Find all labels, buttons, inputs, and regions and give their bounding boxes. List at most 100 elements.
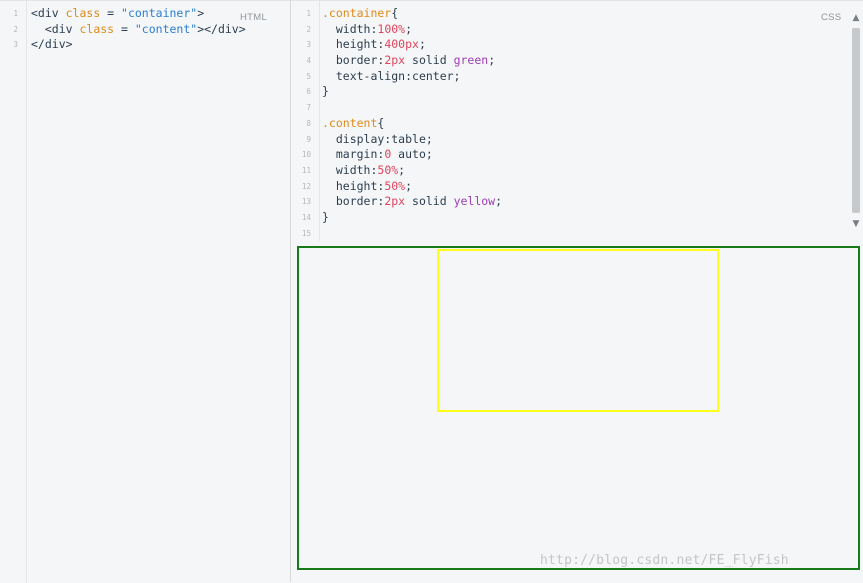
code-line[interactable]: 12 height:50%; (291, 179, 863, 195)
html-pane-label: HTML (240, 12, 268, 23)
code-token: .content (322, 115, 378, 130)
css-pane-label: CSS (821, 12, 842, 23)
code-token: { (391, 6, 399, 20)
code-token: } (322, 209, 329, 224)
css-code-lines[interactable]: 1 .container{2 width:100%; 3 height:400px;… (291, 6, 863, 241)
code-text: </div> (31, 37, 73, 53)
code-token: height: (322, 37, 385, 52)
line-number: 9 (306, 134, 311, 144)
code-line[interactable]: 8 .content{ (291, 116, 863, 132)
code-token: yellow (453, 194, 496, 209)
code-line[interactable]: 11 width:50%; (291, 163, 863, 179)
code-token: border: (322, 53, 385, 68)
code-token: 100% (377, 21, 406, 36)
code-token: } (322, 84, 329, 99)
line-number: 11 (301, 165, 311, 175)
code-token: = (114, 21, 135, 36)
code-token: ; (488, 53, 496, 68)
line-number: 7 (306, 103, 311, 113)
code-token: width: (322, 21, 378, 36)
code-text: .content{ (322, 116, 384, 132)
line-number: 3 (306, 40, 311, 50)
code-token: solid (405, 194, 454, 209)
code-text: border:2px solid green; (322, 53, 495, 69)
line-number: 1 (13, 9, 18, 18)
line-number: 14 (301, 212, 311, 222)
code-token: 50% (384, 178, 406, 193)
code-token: > (197, 6, 205, 20)
code-token: 400px (384, 37, 419, 52)
line-number: 5 (306, 71, 311, 81)
code-token: solid (405, 53, 454, 68)
code-token: margin: (322, 147, 385, 162)
code-line[interactable]: 15 (291, 226, 863, 241)
code-token: ; (418, 37, 426, 52)
code-token: <div (31, 6, 66, 20)
code-text: width:100%; (322, 22, 412, 38)
code-token: ></div> (197, 21, 246, 36)
html-editor-pane[interactable]: 1 <div class = "container"> 2 <div class =… (0, 0, 290, 583)
code-token: .container (322, 6, 392, 20)
code-line[interactable]: 2 <div class = "content"></div> (0, 22, 290, 38)
code-text: width:50%; (322, 163, 405, 179)
code-token: 50% (377, 162, 399, 177)
line-number: 15 (301, 228, 311, 238)
code-text: text-align:center; (322, 68, 461, 85)
code-line[interactable]: 14} (291, 210, 863, 226)
code-token: <div (31, 21, 80, 36)
css-scrollbar[interactable]: ▲ ▼ (849, 12, 863, 230)
scroll-thumb[interactable] (852, 28, 860, 213)
code-line[interactable]: 3 height:400px; (291, 37, 863, 53)
code-text: <div class = "container"> (31, 6, 204, 22)
code-line[interactable]: 2 width:100%; (291, 22, 863, 38)
line-number: 6 (306, 87, 311, 97)
code-token: width: (322, 162, 378, 177)
code-line[interactable]: 10 margin:0 auto; (291, 147, 863, 163)
css-editor-pane[interactable]: 1 .container{2 width:100%; 3 height:400px;… (291, 0, 863, 241)
code-token: ; (398, 162, 406, 177)
code-token: green (453, 53, 489, 68)
code-token: </div> (31, 37, 73, 52)
watermark: http://blog.csdn.net/FE_FlyFish (540, 553, 789, 568)
code-token: class (65, 6, 101, 20)
line-number: 1 (306, 9, 311, 18)
html-line-gutter (0, 1, 27, 583)
chevron-up-icon[interactable]: ▲ (849, 12, 863, 24)
code-token: ; (405, 21, 413, 36)
line-number: 2 (13, 24, 18, 34)
code-line[interactable]: 13 border:2px solid yellow; (291, 194, 863, 210)
code-line[interactable]: 7 (291, 100, 863, 116)
code-token: text-align: (322, 68, 413, 83)
line-number: 13 (301, 197, 311, 207)
code-text: height:50%; (322, 179, 412, 195)
container-div-preview (297, 246, 860, 570)
content-div-preview (437, 249, 719, 412)
code-line[interactable]: 5 text-align:center; (291, 69, 863, 85)
code-token: ; (405, 178, 413, 193)
chevron-down-icon[interactable]: ▼ (849, 218, 863, 230)
line-number: 8 (306, 118, 311, 128)
code-token: { (377, 115, 385, 130)
code-token: 2px (384, 53, 406, 68)
line-number: 12 (301, 181, 311, 191)
code-token: auto; (391, 147, 433, 162)
line-number: 2 (306, 24, 311, 34)
code-text: } (322, 210, 329, 226)
code-line[interactable]: 1 .container{ (291, 6, 863, 22)
code-text: .container{ (322, 6, 398, 22)
code-token: "content" (134, 21, 198, 36)
code-line[interactable]: 3 </div> (0, 37, 290, 53)
code-text: border:2px solid yellow; (322, 194, 502, 210)
code-text: display:table; (322, 132, 433, 148)
code-line[interactable]: 9 display:table; (291, 132, 863, 148)
code-text: } (322, 84, 329, 100)
code-token: border: (322, 194, 385, 209)
code-line[interactable]: 4 border:2px solid green; (291, 53, 863, 69)
line-number: 3 (13, 40, 18, 50)
code-text: margin:0 auto; (322, 147, 433, 163)
result-preview-pane (291, 241, 863, 582)
code-token: = (100, 6, 122, 20)
line-number: 4 (306, 56, 311, 66)
code-line[interactable]: 6} (291, 84, 863, 100)
line-number: 10 (301, 150, 311, 160)
